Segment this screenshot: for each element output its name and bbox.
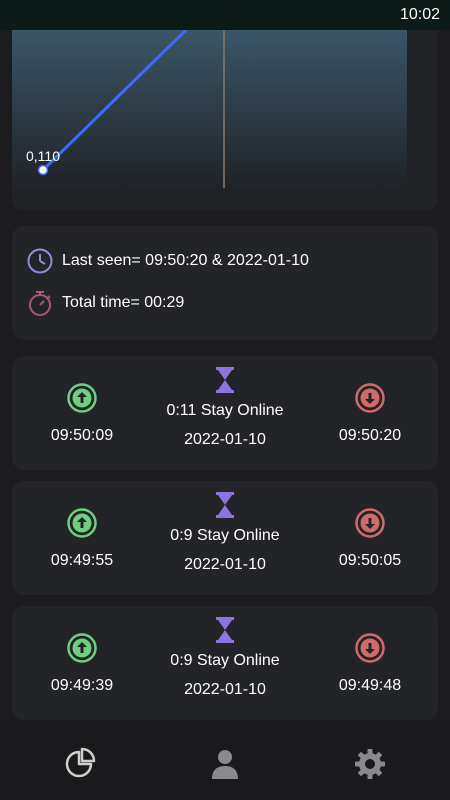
clock-icon	[27, 248, 53, 274]
session-card: 09:50:09 0:11 Stay Online 2022-01-10 09:…	[12, 356, 438, 470]
hourglass-icon	[216, 367, 234, 393]
duration-column: 0:9 Stay Online 2022-01-10	[142, 481, 308, 595]
session-date: 2022-01-10	[184, 556, 266, 573]
offline-column: 09:50:20	[328, 356, 412, 470]
chart-svg: 0,110	[12, 30, 407, 190]
arrow-down-circle-icon	[355, 508, 385, 538]
offline-time: 09:50:05	[338, 552, 402, 569]
info-card: Last seen= 09:50:20 & 2022-01-10 Total t…	[12, 226, 438, 340]
settings-icon[interactable]	[352, 746, 388, 782]
stopwatch-icon	[29, 291, 51, 316]
total-time-row: Total time= 00:29	[26, 288, 184, 318]
session-card: 09:49:55 0:9 Stay Online 2022-01-10 09:5…	[12, 481, 438, 595]
stay-online-text: 0:9 Stay Online	[170, 652, 280, 669]
arrow-up-circle-icon	[67, 383, 97, 413]
status-bar: 10:02	[0, 0, 450, 30]
arrow-up-circle-icon	[67, 633, 97, 663]
session-date: 2022-01-10	[184, 431, 266, 448]
offline-column: 09:50:05	[328, 481, 412, 595]
duration-column: 0:11 Stay Online 2022-01-10	[142, 356, 308, 470]
hourglass-icon	[216, 617, 234, 643]
activity-chart: 0,110	[12, 30, 438, 210]
profile-icon[interactable]	[207, 746, 243, 782]
stay-online-text: 0:9 Stay Online	[170, 527, 280, 544]
offline-column: 09:49:48	[328, 606, 412, 720]
stay-online-text: 0:11 Stay Online	[166, 402, 284, 419]
session-card: 09:49:39 0:9 Stay Online 2022-01-10 09:4…	[12, 606, 438, 720]
last-seen-text: Last seen= 09:50:20 & 2022-01-10	[62, 252, 309, 269]
chart-icon[interactable]	[62, 746, 98, 782]
online-column: 09:49:39	[42, 606, 122, 720]
bottom-nav	[0, 726, 450, 800]
online-time: 09:49:55	[50, 552, 114, 569]
online-time: 09:50:09	[50, 427, 114, 444]
status-time: 10:02	[399, 6, 440, 23]
offline-time: 09:49:48	[338, 677, 402, 694]
session-date: 2022-01-10	[184, 681, 266, 698]
chart-data-point	[37, 164, 49, 176]
offline-time: 09:50:20	[338, 427, 402, 444]
duration-column: 0:9 Stay Online 2022-01-10	[142, 606, 308, 720]
arrow-up-circle-icon	[67, 508, 97, 538]
chart-point-label: 0,110	[26, 148, 60, 164]
total-time-text: Total time= 00:29	[62, 294, 185, 311]
arrow-down-circle-icon	[355, 383, 385, 413]
last-seen-row: Last seen= 09:50:20 & 2022-01-10	[26, 246, 309, 276]
online-time: 09:49:39	[50, 677, 114, 694]
hourglass-icon	[216, 492, 234, 518]
online-column: 09:50:09	[42, 356, 122, 470]
online-column: 09:49:55	[42, 481, 122, 595]
arrow-down-circle-icon	[355, 633, 385, 663]
chart-area-fill	[12, 30, 407, 190]
